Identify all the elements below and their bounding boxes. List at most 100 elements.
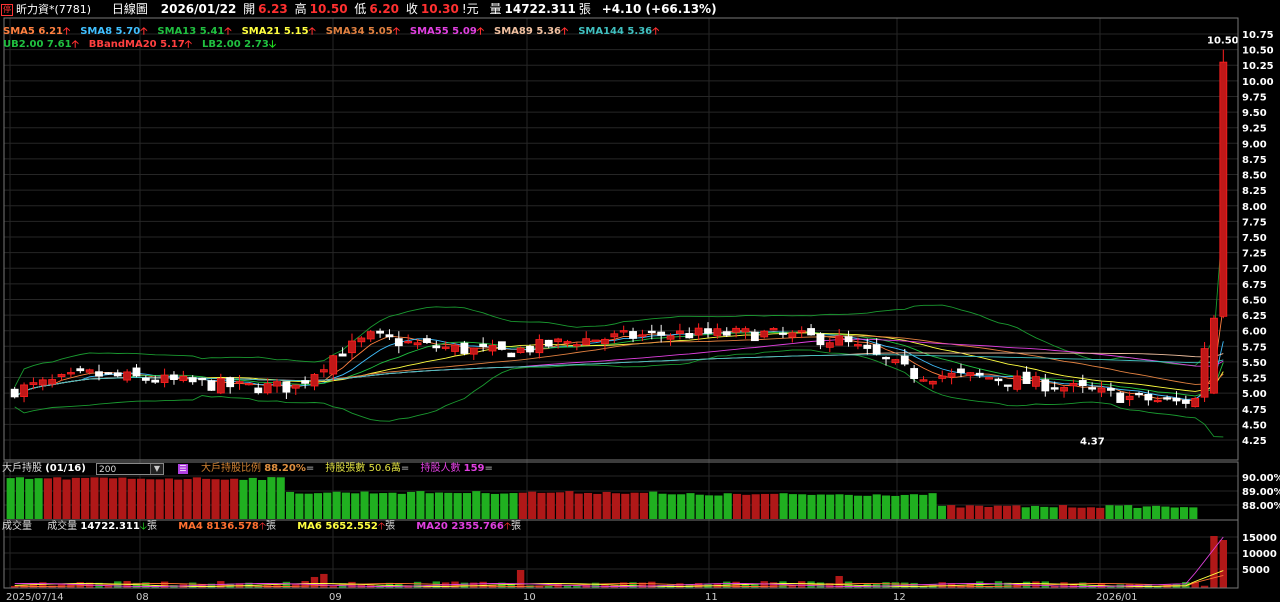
holder-bar — [844, 494, 853, 519]
holder-bar — [723, 493, 732, 519]
candle-body — [376, 330, 384, 334]
holder-bar — [71, 477, 80, 519]
holder-bar — [276, 477, 285, 519]
price-panel-frame — [3, 17, 1239, 461]
holder-bar — [509, 493, 518, 519]
volume-title[interactable]: 成交量 — [2, 521, 32, 532]
holder-bar — [928, 493, 937, 519]
holder-bar — [1021, 507, 1030, 519]
holder-bars — [6, 477, 1198, 519]
candle-body — [394, 338, 403, 347]
candle-body — [535, 339, 544, 354]
candle-body — [198, 377, 206, 381]
holder-bar — [751, 494, 760, 519]
holder-bar — [341, 492, 350, 519]
candle-body — [479, 343, 488, 347]
holder-panel-header: 大戶持股 (01/16) — [2, 463, 86, 475]
holder-bar — [630, 492, 639, 519]
indicator-bb-0[interactable]: UB2.00 7.61🡡 — [3, 39, 79, 50]
holder-bar — [407, 491, 416, 519]
candle-body — [29, 382, 38, 385]
candle-body — [872, 344, 881, 355]
candle-body — [900, 355, 909, 365]
holder-bar — [146, 479, 155, 519]
holder-bar — [611, 493, 621, 519]
indicator-bb-2[interactable]: LB2.00 2.73🡣 — [202, 39, 276, 50]
candle-body — [1191, 398, 1200, 408]
holder-bar — [742, 494, 751, 519]
holder-title[interactable]: 大戶持股 — [2, 463, 42, 474]
volume-bar — [1210, 536, 1218, 588]
holder-bar — [369, 493, 378, 519]
up-arrow-icon: 🡡 — [503, 521, 512, 532]
candle-body — [516, 347, 525, 353]
indicator-text: SMA55 5.09 — [409, 26, 477, 37]
holder-bar — [1170, 507, 1179, 519]
holder-bar — [434, 492, 444, 519]
holder-bar — [854, 495, 863, 519]
indicator-sma-5[interactable]: SMA55 5.09🡡 — [410, 26, 484, 37]
holder-bar — [556, 492, 565, 519]
indicator-bb-1[interactable]: BBandMA20 5.17🡡 — [89, 39, 192, 50]
volume-ma-line — [14, 536, 1224, 587]
price-tick-label: 8.00 — [1242, 202, 1267, 213]
down-arrow-icon: 🡣 — [268, 39, 276, 50]
candle-body — [235, 381, 244, 384]
holder-bar — [583, 492, 593, 519]
holder-people-eq: = — [484, 463, 493, 474]
price-tick-label: 5.75 — [1242, 342, 1267, 353]
holder-bar — [919, 494, 928, 519]
volume-bar — [160, 581, 169, 588]
price-tick-label: 4.25 — [1242, 436, 1267, 447]
candle-body — [245, 382, 253, 386]
holder-bar — [881, 495, 891, 519]
volume-bar — [648, 581, 656, 588]
candle-body — [647, 330, 656, 334]
candle-body — [38, 379, 47, 386]
chart-canvas[interactable]: 10.7510.5010.2510.009.759.509.259.008.75… — [0, 0, 1280, 602]
list-icon[interactable]: ☰ — [178, 464, 188, 474]
holder-ratio-label: 大戶持股比例 — [201, 463, 261, 474]
chevron-down-icon[interactable]: ▼ — [150, 464, 163, 474]
candle-body — [694, 327, 703, 336]
holder-bar — [546, 492, 555, 519]
price-tick-label: 6.50 — [1242, 295, 1267, 306]
candle-body — [844, 336, 853, 343]
price-tick-label: 5.50 — [1242, 358, 1267, 369]
indicator-sma-4[interactable]: SMA34 5.05🡡 — [326, 26, 400, 37]
price-tick-label: 8.25 — [1242, 186, 1267, 197]
up-arrow-icon: 🡡 — [184, 39, 192, 50]
candle-body — [704, 328, 712, 334]
candle-body — [1022, 371, 1031, 384]
volume-bar — [882, 582, 890, 588]
candle-body — [1003, 384, 1012, 387]
holder-bar — [490, 493, 499, 519]
candle-body — [554, 338, 562, 343]
holder-bar — [779, 493, 788, 519]
indicator-sma-6[interactable]: SMA89 5.36🡡 — [494, 26, 568, 37]
holder-bar — [500, 493, 509, 519]
holder-bar — [621, 493, 630, 519]
candle-body — [310, 374, 319, 387]
holder-bar — [1030, 505, 1040, 519]
candle-body — [170, 374, 178, 380]
candle-body — [48, 379, 57, 385]
candle-body — [301, 380, 310, 384]
candle-body — [732, 327, 741, 333]
up-arrow-icon: 🡡 — [71, 39, 79, 50]
candle-body — [807, 328, 815, 336]
holder-bar — [1096, 507, 1105, 519]
holder-bar — [872, 494, 881, 519]
candle-body — [722, 331, 731, 336]
holder-threshold-select[interactable]: 200 ▼ — [96, 463, 164, 475]
candle-body — [291, 384, 300, 389]
holder-bar — [351, 493, 360, 519]
holder-bar — [1003, 505, 1012, 519]
indicator-sma-7[interactable]: SMA144 5.36🡡 — [578, 26, 659, 37]
holder-bar — [360, 491, 369, 519]
up-arrow-icon: 🡡 — [652, 26, 660, 37]
candle-body — [1135, 392, 1143, 396]
candle-body — [835, 335, 844, 346]
volume-panel-header: 成交量 成交量 14722.311🡣張 MA4 8136.578🡡張 MA6 5… — [2, 521, 521, 533]
candle-body — [338, 353, 347, 357]
